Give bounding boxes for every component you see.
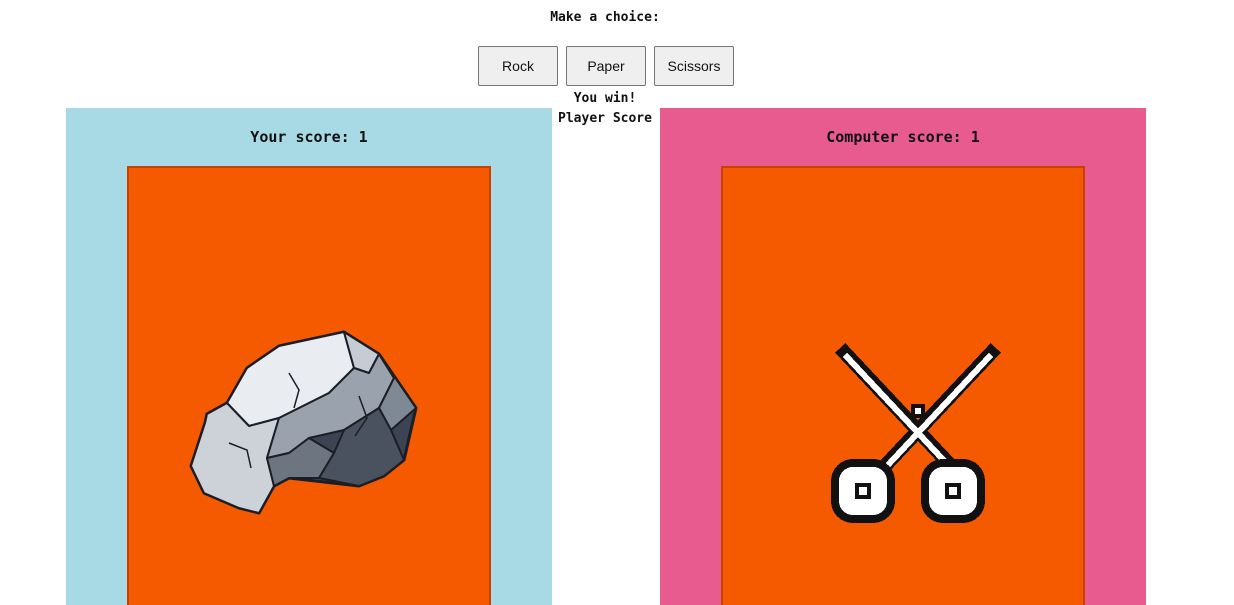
rock-button[interactable]: Rock — [478, 46, 558, 86]
scissors-icon — [831, 343, 1001, 523]
computer-panel: Computer score: 1 — [660, 108, 1146, 605]
player-choice-card — [127, 166, 491, 605]
player-panel: Your score: 1 — [66, 108, 552, 605]
rock-icon — [189, 330, 418, 515]
choice-buttons: Rock Paper Scissors — [478, 46, 734, 86]
result-caption: Player Score — [558, 111, 652, 126]
round-result: You win! Player Score — [540, 89, 670, 129]
game-root: Make a choice: Rock Paper Scissors You w… — [0, 0, 1234, 605]
computer-choice-card — [721, 166, 1085, 605]
player-score: Your score: 1 — [250, 128, 368, 146]
scissors-button[interactable]: Scissors — [654, 46, 734, 86]
result-message: You win! — [573, 91, 637, 106]
computer-score: Computer score: 1 — [826, 128, 980, 146]
choice-prompt: Make a choice: — [550, 10, 660, 25]
paper-button[interactable]: Paper — [566, 46, 646, 86]
